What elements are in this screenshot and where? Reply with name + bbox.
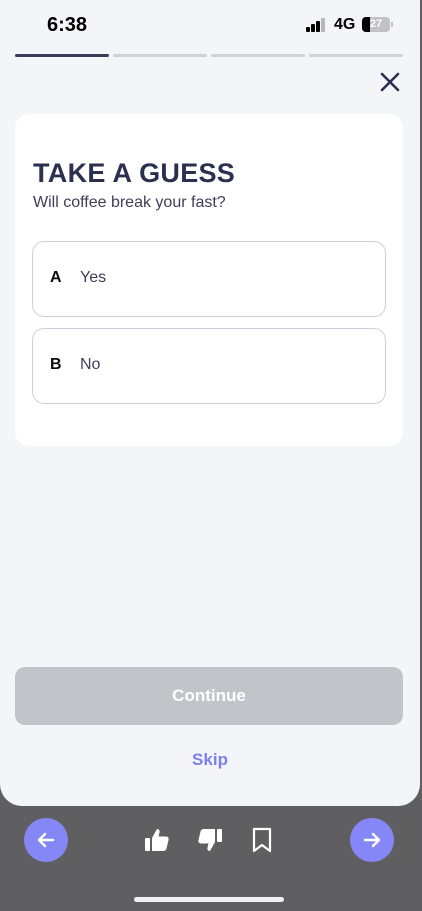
arrow-right-icon: [363, 832, 381, 848]
battery-icon: 27: [362, 17, 393, 32]
like-button[interactable]: [143, 826, 171, 854]
progress-segment: [113, 54, 207, 57]
progress-segment: [211, 54, 305, 57]
option-label: Yes: [80, 269, 107, 286]
quiz-screen: 6:38 4G 27 TAKE A GUESS Will coffee brea…: [0, 0, 420, 806]
arrow-left-icon: [37, 832, 55, 848]
answer-option-a[interactable]: A Yes: [32, 241, 386, 317]
home-indicator[interactable]: [134, 897, 284, 902]
option-letter: A: [50, 269, 62, 286]
progress-bar: [15, 54, 403, 57]
question-text: Will coffee break your fast?: [33, 194, 226, 211]
option-letter: B: [50, 356, 62, 373]
network-type: 4G: [334, 16, 356, 33]
back-button[interactable]: [24, 818, 68, 862]
close-icon: [380, 72, 400, 92]
bookmark-button[interactable]: [248, 826, 276, 854]
status-bar: 6:38 4G 27: [0, 0, 420, 48]
bookmark-icon: [252, 827, 272, 853]
thumbs-down-icon: [198, 829, 222, 851]
next-button[interactable]: [350, 818, 394, 862]
signal-icon: [306, 18, 328, 32]
status-time: 6:38: [47, 14, 88, 36]
battery-level: 27: [369, 18, 383, 30]
continue-button[interactable]: Continue: [15, 667, 403, 725]
answer-option-b[interactable]: B No: [32, 328, 386, 404]
skip-link[interactable]: Skip: [0, 750, 420, 770]
option-label: No: [80, 356, 101, 373]
thumbs-up-icon: [145, 829, 169, 851]
question-card: TAKE A GUESS Will coffee break your fast…: [15, 114, 403, 446]
progress-segment: [309, 54, 403, 57]
question-title: TAKE A GUESS: [33, 158, 236, 188]
progress-segment: [15, 54, 109, 57]
close-button[interactable]: [376, 68, 404, 96]
dislike-button[interactable]: [196, 826, 224, 854]
